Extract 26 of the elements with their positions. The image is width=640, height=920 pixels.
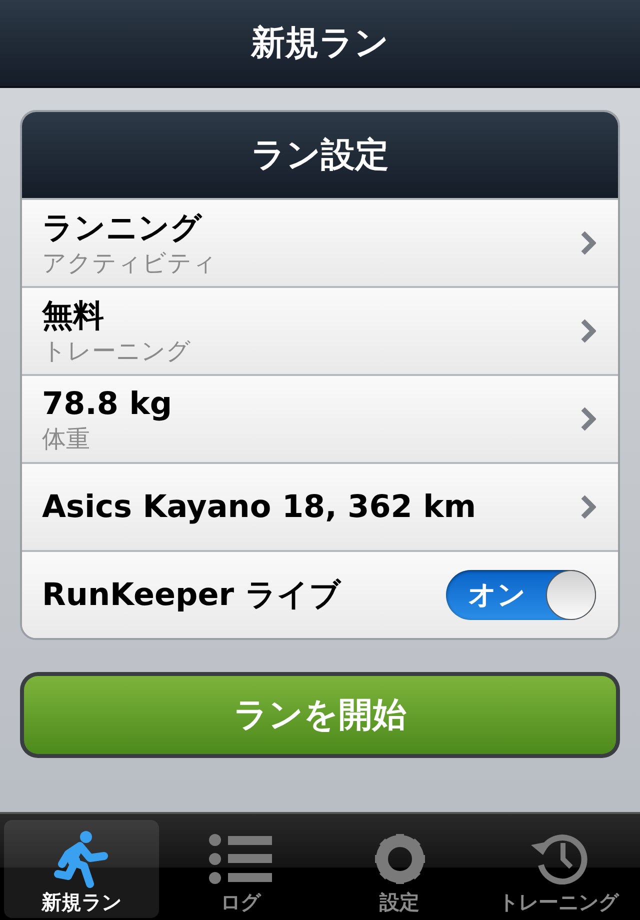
gear-icon: [372, 832, 426, 886]
tab[interactable]: 新規ラン: [4, 820, 159, 918]
nav-title: 新規ラン: [251, 22, 389, 65]
row-title: 無料: [42, 297, 105, 336]
tab[interactable]: 設定: [322, 820, 477, 918]
row-subtitle: 体重: [42, 424, 91, 454]
row-title: Asics Kayano 18, 362 km: [42, 488, 478, 527]
row-title: 78.8 kg: [42, 385, 174, 424]
toggle-switch[interactable]: オン: [446, 570, 596, 620]
settings-row[interactable]: 78.8 kg 体重: [22, 374, 618, 462]
row-title: ランニング: [42, 209, 204, 248]
list-icon: [208, 832, 274, 886]
tab[interactable]: ログ: [163, 820, 318, 918]
chevron-icon: [580, 406, 596, 432]
row-subtitle: トレーニング: [42, 336, 192, 366]
chevron-icon: [580, 318, 596, 344]
settings-row[interactable]: ランニング アクティビティ: [22, 198, 618, 286]
row-subtitle: アクティビティ: [42, 248, 218, 278]
card-title: ラン設定: [251, 134, 389, 177]
runner-icon: [54, 830, 110, 888]
tab[interactable]: トレーニング: [481, 820, 636, 918]
row-title: RunKeeper ライブ: [42, 576, 342, 615]
settings-row[interactable]: Asics Kayano 18, 362 km: [22, 462, 618, 550]
chevron-icon: [580, 230, 596, 256]
chevron-icon: [580, 494, 596, 520]
settings-row[interactable]: 無料 トレーニング: [22, 286, 618, 374]
